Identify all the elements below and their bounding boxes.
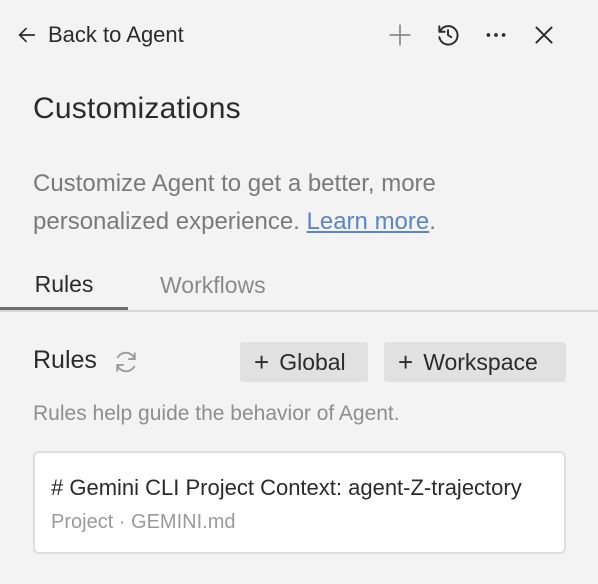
more-icon [486,33,506,37]
plus-icon: + [254,347,270,377]
tab-workflows[interactable]: Workflows [160,262,282,308]
arrow-left-icon [18,27,36,43]
more-button[interactable] [481,20,511,50]
history-button[interactable] [433,20,463,50]
history-icon [438,25,459,46]
page-title: Customizations [33,92,241,125]
rule-card[interactable]: # Gemini CLI Project Context: agent-Z-tr… [33,451,566,554]
refresh-button[interactable] [112,348,140,376]
refresh-icon [116,351,136,373]
back-to-agent-button[interactable]: Back to Agent [16,20,184,50]
page-description: Customize Agent to get a better, more pe… [33,165,553,241]
close-button[interactable] [529,20,559,50]
rules-heading: Rules [33,346,97,374]
workspace-label: Workspace [423,348,538,375]
new-button[interactable] [385,20,415,50]
tab-rules[interactable]: Rules [0,262,128,310]
rule-title: # Gemini CLI Project Context: agent-Z-tr… [51,475,522,500]
description-end: . [429,208,436,235]
tab-bar: Rules Workflows [0,262,598,312]
global-label: Global [279,348,346,375]
close-icon [535,26,553,44]
back-label: Back to Agent [48,22,184,47]
panel-header: Back to Agent [0,0,598,70]
learn-more-link[interactable]: Learn more [307,208,430,235]
rule-subtitle: Project · GEMINI.md [51,511,236,533]
plus-icon: + [398,347,414,377]
add-global-rule-button[interactable]: + Global [240,342,368,382]
rules-helper-text: Rules help guide the behavior of Agent. [33,402,400,425]
plus-icon [389,24,411,46]
add-workspace-rule-button[interactable]: + Workspace [384,342,566,382]
